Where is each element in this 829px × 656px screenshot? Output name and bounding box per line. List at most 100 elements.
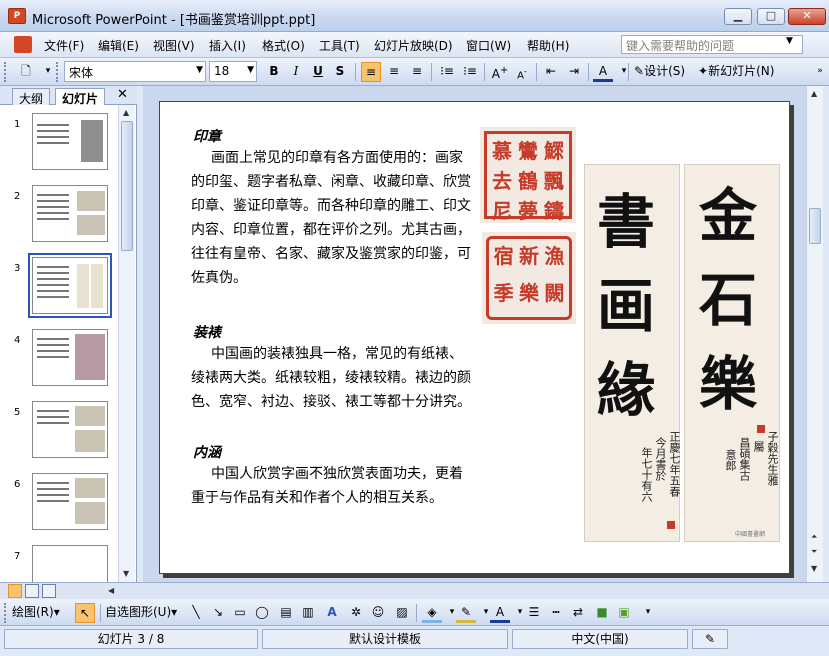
fill-color-icon[interactable]: ◈ bbox=[422, 603, 442, 623]
drawbar-overflow-icon[interactable]: ▾ bbox=[638, 603, 658, 623]
document-icon[interactable] bbox=[14, 36, 32, 53]
powerpoint-icon[interactable]: P bbox=[8, 8, 26, 24]
pane-tabs: 大纲 幻灯片 ✕ bbox=[0, 86, 137, 106]
menu-edit[interactable]: 编辑(E) bbox=[98, 37, 139, 54]
calligraphy-scroll-left[interactable]: 書 画 緣 正慶七年五春 今月書於 年七十有六 bbox=[584, 164, 681, 542]
line-color-icon[interactable]: ✎ bbox=[456, 603, 476, 623]
textbox-tool-icon[interactable]: ▤ bbox=[276, 603, 296, 623]
menu-slideshow[interactable]: 幻灯片放映(D) bbox=[374, 37, 453, 54]
next-slide-icon[interactable]: ⏷ bbox=[811, 547, 817, 557]
section-text[interactable]: 中国人欣赏字画不独欣赏表面功夫，更着重于与作品有关和作者个人的相互关系。 bbox=[191, 462, 476, 510]
slide-scrollbar[interactable]: ▲ ⏶ ⏷ ▼ bbox=[806, 86, 823, 582]
slide-thumbnail-4[interactable] bbox=[32, 329, 108, 386]
menu-help[interactable]: 帮助(H) bbox=[527, 37, 569, 54]
slide-thumbnail-3[interactable] bbox=[28, 253, 112, 318]
menu-view[interactable]: 视图(V) bbox=[153, 37, 195, 54]
decrease-indent-icon[interactable]: ⇤ bbox=[541, 62, 561, 82]
arrow-tool-icon[interactable]: ↘ bbox=[208, 603, 228, 623]
slide-thumbnail-5[interactable] bbox=[32, 401, 108, 458]
section-text[interactable]: 中国画的装裱独具一格，常见的有纸裱、绫裱两大类。纸裱较粗，绫裱较精。裱边的颜色、… bbox=[191, 342, 476, 414]
toolbar-grip[interactable] bbox=[4, 62, 8, 82]
underline-button[interactable]: U bbox=[308, 62, 328, 82]
3d-style-icon[interactable]: ▣ bbox=[614, 603, 634, 623]
increase-font-icon[interactable]: A+ bbox=[490, 62, 510, 82]
insert-picture-icon[interactable]: ▨ bbox=[392, 603, 412, 623]
calligraphy-scroll-right[interactable]: 金 石 樂 子穀先生雅 屬 昌碩集古 意郎 中國書畫網 bbox=[684, 164, 780, 542]
previous-slide-icon[interactable]: ⏶ bbox=[811, 532, 817, 542]
close-pane-icon[interactable]: ✕ bbox=[117, 87, 128, 102]
italic-button[interactable]: I bbox=[286, 62, 306, 82]
design-button[interactable]: ✎设计(S) bbox=[634, 62, 694, 82]
bullets-icon[interactable]: ⁝≡ bbox=[460, 62, 480, 82]
slideshow-view-icon[interactable] bbox=[42, 584, 56, 598]
scroll-left-icon[interactable]: ◀ bbox=[108, 586, 114, 595]
font-color-dropdown-icon[interactable]: ▾ bbox=[614, 62, 634, 82]
align-left-button[interactable]: ≡ bbox=[361, 62, 381, 82]
tab-slides[interactable]: 幻灯片 bbox=[55, 88, 106, 106]
oval-tool-icon[interactable]: ◯ bbox=[252, 603, 272, 623]
menu-window[interactable]: 窗口(W) bbox=[466, 37, 511, 54]
scroll-up-icon[interactable]: ▲ bbox=[123, 108, 129, 117]
decrease-font-icon[interactable]: A- bbox=[512, 62, 532, 82]
section-heading[interactable]: 印章 bbox=[193, 126, 221, 146]
maximize-button[interactable]: □ bbox=[757, 8, 785, 25]
thumbnails-scrollbar[interactable]: ▲ ▼ bbox=[118, 105, 135, 582]
current-slide[interactable]: 印章 画面上常见的印章有各方面使用的：画家的印玺、题字者私章、闲章、收藏印章、欣… bbox=[159, 101, 790, 574]
clipart-icon[interactable]: ☺ bbox=[368, 603, 388, 623]
scroll-down-icon[interactable]: ▼ bbox=[811, 564, 817, 573]
normal-view-icon[interactable] bbox=[8, 584, 22, 598]
vertical-textbox-icon[interactable]: ▥ bbox=[298, 603, 318, 623]
toolbar-overflow-icon[interactable]: » bbox=[810, 62, 829, 82]
font-color-icon[interactable]: A bbox=[593, 62, 613, 82]
wordart-icon[interactable]: A bbox=[322, 603, 342, 623]
toolbar-options-icon[interactable]: ▾ bbox=[38, 62, 58, 82]
slide-thumbnail-7[interactable] bbox=[32, 545, 108, 582]
rectangle-tool-icon[interactable]: ▭ bbox=[230, 603, 250, 623]
numbering-icon[interactable]: ⁝≡ bbox=[437, 62, 457, 82]
scroll-thumb[interactable] bbox=[809, 208, 821, 244]
scroll-thumb[interactable] bbox=[121, 121, 133, 251]
arrow-style-icon[interactable]: ⇄ bbox=[568, 603, 588, 623]
menu-format[interactable]: 格式(O) bbox=[262, 37, 305, 54]
help-dropdown-icon[interactable]: ▼ bbox=[786, 36, 793, 46]
shadow-button[interactable]: S bbox=[330, 62, 350, 82]
align-center-button[interactable]: ≡ bbox=[384, 62, 404, 82]
draw-menu-button[interactable]: 绘图(R)▾ bbox=[12, 603, 72, 623]
section-heading[interactable]: 装裱 bbox=[193, 322, 221, 342]
line-style-icon[interactable]: ☰ bbox=[524, 603, 544, 623]
toolbar-grip[interactable] bbox=[56, 62, 60, 82]
menu-insert[interactable]: 插入(I) bbox=[209, 37, 246, 54]
minimize-button[interactable]: ▁ bbox=[724, 8, 752, 25]
diagram-icon[interactable]: ✲ bbox=[346, 603, 366, 623]
draw-font-color-icon[interactable]: A bbox=[490, 603, 510, 623]
bold-button[interactable]: B bbox=[264, 62, 284, 82]
align-right-button[interactable]: ≡ bbox=[407, 62, 427, 82]
menu-file[interactable]: 文件(F) bbox=[44, 37, 84, 54]
seal-image[interactable]: 宿 新 漁 季 樂 闕 bbox=[482, 232, 576, 324]
spelling-check-icon[interactable]: ✎ bbox=[692, 629, 728, 649]
font-name-select[interactable]: 宋体 ▼ bbox=[64, 61, 206, 82]
autoshape-menu-button[interactable]: 自选图形(U)▾ bbox=[105, 603, 181, 623]
dash-style-icon[interactable]: ┅ bbox=[546, 603, 566, 623]
slide-sorter-view-icon[interactable] bbox=[25, 584, 39, 598]
slide-thumbnail-6[interactable] bbox=[32, 473, 108, 530]
seal-image[interactable]: 慕 鸞 鰥 去 鶴 飄 尼 夢 鑄 bbox=[480, 127, 576, 223]
scroll-down-icon[interactable]: ▼ bbox=[123, 569, 129, 578]
slide-thumbnail-1[interactable] bbox=[32, 113, 108, 170]
help-search-input[interactable]: 键入需要帮助的问题 bbox=[621, 35, 803, 54]
increase-indent-icon[interactable]: ⇥ bbox=[564, 62, 584, 82]
close-window-button[interactable]: ✕ bbox=[788, 8, 826, 25]
section-text[interactable]: 画面上常见的印章有各方面使用的：画家的印玺、题字者私章、闲章、收藏印章、欣赏印章… bbox=[191, 146, 476, 290]
new-document-icon[interactable]: 🗋 bbox=[16, 62, 36, 82]
font-size-select[interactable]: 18 ▼ bbox=[209, 61, 257, 82]
section-heading[interactable]: 内涵 bbox=[193, 442, 221, 462]
shadow-style-icon[interactable]: ■ bbox=[592, 603, 612, 623]
new-slide-button[interactable]: ✦新幻灯片(N) bbox=[698, 62, 784, 82]
line-tool-icon[interactable]: ╲ bbox=[186, 603, 206, 623]
select-pointer-icon[interactable]: ↖ bbox=[75, 603, 95, 623]
scroll-up-icon[interactable]: ▲ bbox=[811, 89, 817, 98]
toolbar-grip[interactable] bbox=[4, 603, 8, 623]
tab-outline[interactable]: 大纲 bbox=[12, 88, 51, 106]
menu-tools[interactable]: 工具(T) bbox=[319, 37, 360, 54]
slide-thumbnail-2[interactable] bbox=[32, 185, 108, 242]
